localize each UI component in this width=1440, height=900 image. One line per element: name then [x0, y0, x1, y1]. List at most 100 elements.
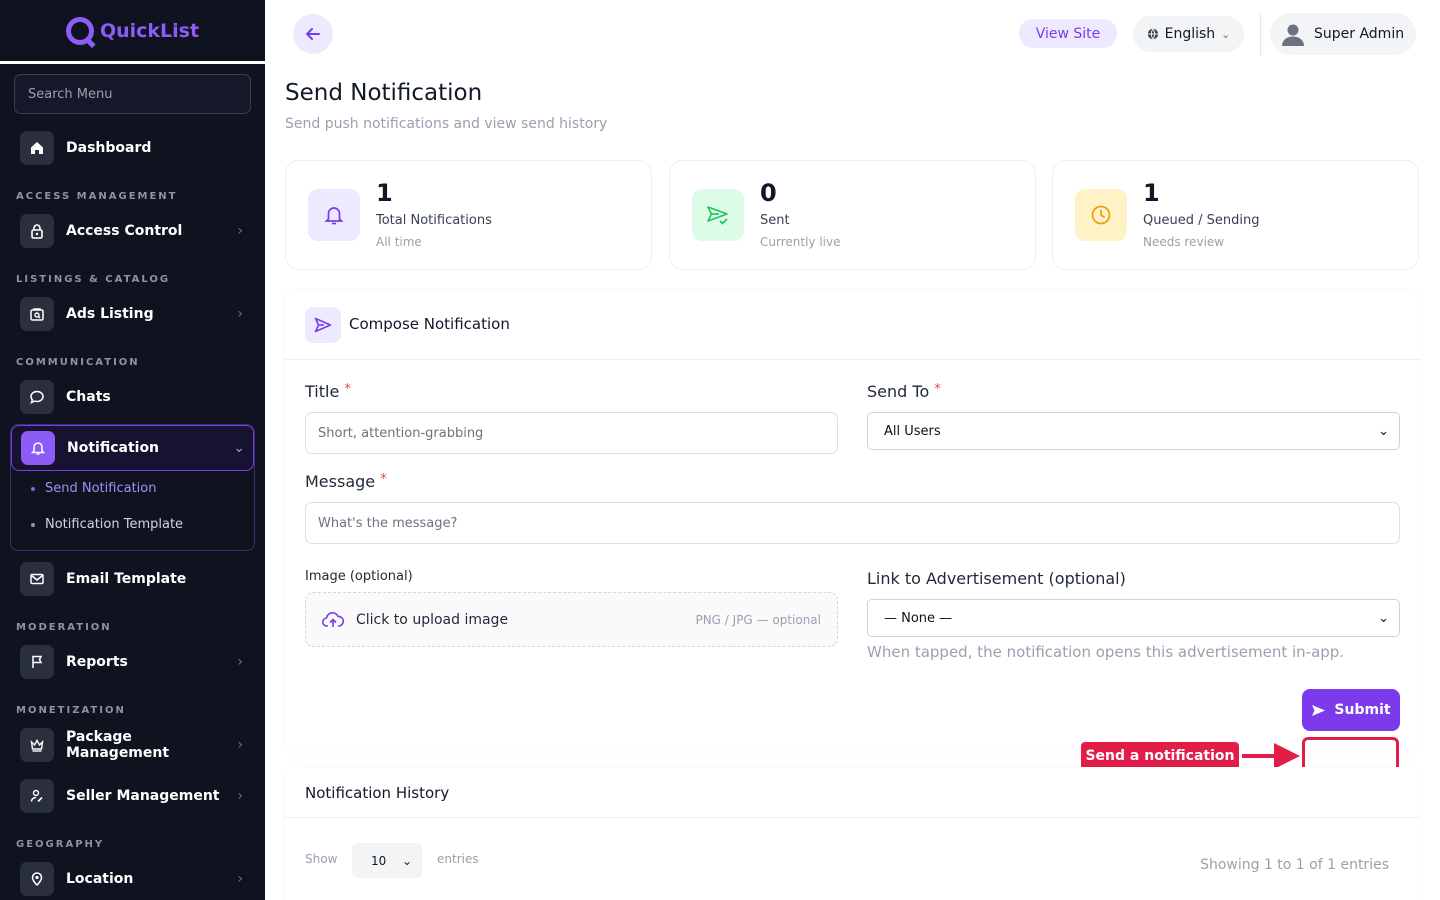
- stat-note: Needs review: [1143, 235, 1225, 249]
- chevron-down-icon: ⌄: [1221, 27, 1231, 41]
- view-site-button[interactable]: View Site: [1019, 19, 1117, 48]
- title-input[interactable]: Short, attention-grabbing: [305, 412, 838, 454]
- sidebar-subitem-label: Send Notification: [45, 481, 157, 496]
- lock-icon: [20, 214, 54, 248]
- notification-submenu: Notification ⌄ Send Notification Notific…: [10, 424, 255, 551]
- sidebar-item-chats[interactable]: Chats: [14, 377, 251, 417]
- image-field-label: Image (optional): [305, 569, 413, 584]
- crown-icon: [20, 728, 54, 762]
- stat-value: 1: [376, 179, 393, 207]
- link-field-label: Link to Advertisement (optional): [867, 569, 1126, 588]
- cloud-upload-icon: [322, 611, 344, 627]
- stat-card-queued: 1 Queued / Sending Needs review: [1052, 160, 1419, 270]
- search-menu-input[interactable]: Search Menu: [14, 74, 251, 114]
- message-input[interactable]: What's the message?: [305, 502, 1400, 544]
- page-title: Send Notification: [285, 80, 483, 106]
- avatar: [1282, 24, 1304, 46]
- user-edit-icon: [20, 779, 54, 813]
- label-text: Message: [305, 472, 376, 491]
- submit-button[interactable]: Submit: [1302, 689, 1400, 731]
- sidebar-item-label: Location: [66, 871, 134, 887]
- bullet-icon: [31, 486, 35, 491]
- bell-icon: [21, 431, 55, 465]
- language-label: English: [1164, 26, 1216, 42]
- sidebar-item-location[interactable]: Location ›: [14, 859, 251, 899]
- section-label-monetization: MONETIZATION: [16, 705, 126, 716]
- sidebar-item-label: Ads Listing: [66, 306, 154, 322]
- link-help-text: When tapped, the notification opens this…: [867, 643, 1345, 661]
- section-label-communication: COMMUNICATION: [16, 357, 140, 368]
- page-subtitle: Send push notifications and view send hi…: [285, 116, 608, 132]
- section-label-moderation: MODERATION: [16, 622, 112, 633]
- label-text: Send To: [867, 382, 930, 401]
- sidebar-subitem-send-notification[interactable]: Send Notification: [31, 481, 156, 496]
- clock-icon: [1075, 189, 1127, 241]
- chevron-down-icon: ⌄: [1378, 423, 1389, 439]
- section-label-access: ACCESS MANAGEMENT: [16, 191, 178, 202]
- sidebar-item-label: Email Template: [66, 571, 187, 587]
- sidebar-item-seller-management[interactable]: Seller Management ›: [14, 776, 251, 816]
- flag-icon: [20, 645, 54, 679]
- stat-card-total: 1 Total Notifications All time: [285, 160, 652, 270]
- user-menu[interactable]: Super Admin: [1270, 13, 1416, 55]
- chevron-right-icon: ›: [237, 654, 243, 670]
- required-mark: *: [934, 382, 941, 397]
- link-value: — None —: [884, 610, 953, 626]
- showing-entries-text: Showing 1 to 1 of 1 entries: [1200, 857, 1389, 873]
- sidebar-item-access-control[interactable]: Access Control ›: [14, 211, 251, 251]
- compose-card: Compose Notification Title * Short, atte…: [285, 291, 1420, 751]
- chevron-right-icon: ›: [237, 306, 243, 322]
- brand-name: QuickList: [99, 19, 200, 42]
- sidebar-item-email-template[interactable]: Email Template: [14, 559, 251, 599]
- stat-label: Sent: [760, 213, 790, 228]
- brand[interactable]: QuickList: [0, 0, 265, 64]
- sidebar-item-label: Access Control: [66, 223, 183, 239]
- location-pin-icon: [20, 862, 54, 896]
- upload-hint: PNG / JPG — optional: [695, 612, 821, 627]
- send-to-select[interactable]: All Users ⌄: [867, 412, 1400, 450]
- sidebar-item-label: Package Management: [66, 729, 170, 761]
- send-icon: [305, 307, 341, 343]
- sidebar-subitem-notification-template[interactable]: Notification Template: [31, 517, 183, 532]
- sidebar-item-label: Seller Management: [66, 788, 220, 804]
- sidebar-item-reports[interactable]: Reports ›: [14, 642, 251, 682]
- sidebar-item-label: Notification: [67, 440, 160, 456]
- entries-select[interactable]: 10 ⌄: [352, 843, 422, 878]
- quicklist-logo-icon: [65, 16, 94, 45]
- stat-label: Queued / Sending: [1143, 213, 1260, 228]
- sidebar-item-notification[interactable]: Notification ⌄: [11, 425, 254, 471]
- bell-icon: [308, 189, 360, 241]
- title-field-label: Title *: [305, 382, 351, 401]
- sidebar-item-package-management[interactable]: Package Management ›: [14, 725, 251, 765]
- sidebar-item-ads-listing[interactable]: Ads Listing ›: [14, 294, 251, 334]
- home-icon: [20, 131, 54, 165]
- compose-title: Compose Notification: [349, 315, 510, 333]
- message-field-label: Message *: [305, 472, 387, 491]
- link-advertisement-select[interactable]: — None — ⌄: [867, 599, 1400, 637]
- chevron-down-icon: ⌄: [233, 440, 245, 456]
- history-title: Notification History: [305, 784, 450, 802]
- sidebar-item-dashboard[interactable]: Dashboard: [14, 128, 251, 168]
- label-text: Title: [305, 382, 340, 401]
- upload-text: Click to upload image: [356, 611, 509, 628]
- user-name: Super Admin: [1314, 26, 1405, 42]
- chevron-right-icon: ›: [237, 788, 243, 804]
- sidebar-subitem-label: Notification Template: [45, 517, 184, 532]
- compose-header: Compose Notification: [285, 291, 1420, 360]
- section-label-listings: LISTINGS & CATALOG: [16, 274, 171, 285]
- globe-icon: [1147, 28, 1158, 40]
- chevron-down-icon: ⌄: [1378, 610, 1389, 626]
- stat-card-sent: 0 Sent Currently live: [669, 160, 1036, 270]
- send-icon: [1312, 704, 1326, 716]
- required-mark: *: [380, 472, 387, 487]
- language-selector[interactable]: English ⌄: [1133, 16, 1244, 52]
- arrow-left-icon: [306, 28, 320, 40]
- back-button[interactable]: [293, 14, 333, 54]
- chat-bubble-icon: [20, 380, 54, 414]
- chevron-right-icon: ›: [237, 871, 243, 887]
- image-upload-dropzone[interactable]: Click to upload image PNG / JPG — option…: [305, 592, 838, 647]
- section-label-geography: GEOGRAPHY: [16, 839, 105, 850]
- annotation-label: Send a notification: [1081, 742, 1239, 770]
- stat-label: Total Notifications: [376, 213, 492, 228]
- sidebar-item-label: Chats: [66, 389, 111, 405]
